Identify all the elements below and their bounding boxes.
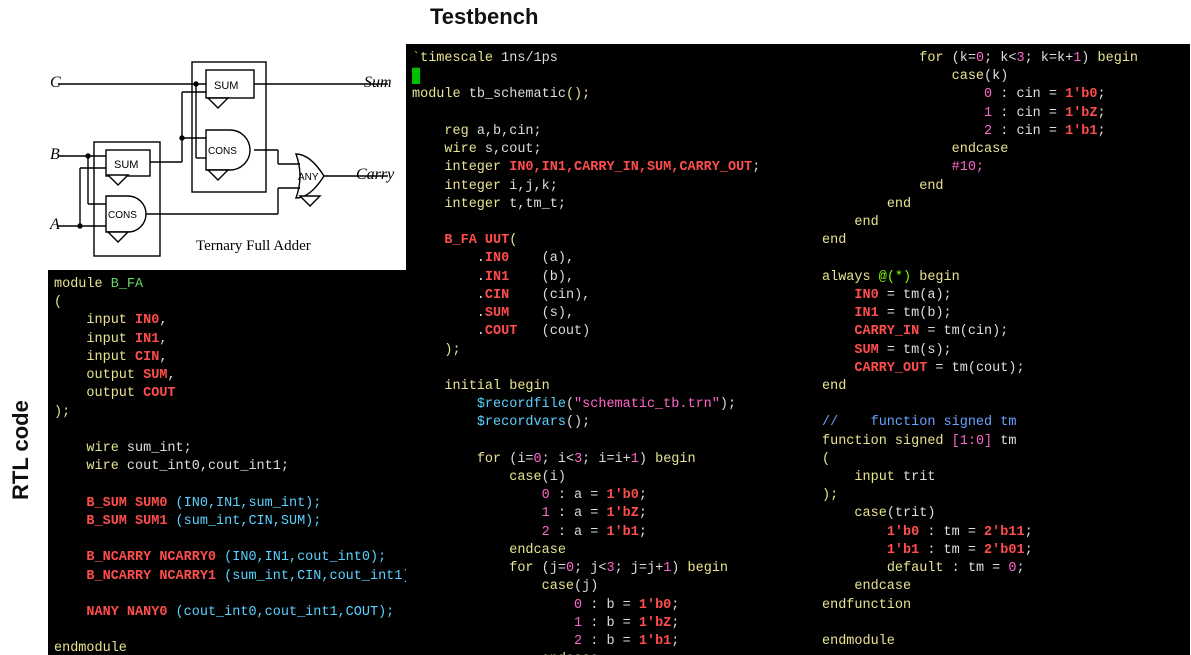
diagram-caption: Ternary Full Adder: [196, 238, 311, 255]
svg-text:CONS: CONS: [208, 146, 237, 157]
schematic-diagram: SUM CONS SUM CONS ANY C B A Sum Carry: [48, 38, 398, 270]
label-c: C: [50, 74, 61, 92]
rtl-code-block: module B_FA ( input IN0, input IN1, inpu…: [48, 270, 413, 655]
label-sum: Sum: [364, 74, 392, 92]
svg-text:CONS: CONS: [108, 210, 137, 221]
label-carry: Carry: [356, 166, 394, 184]
svg-text:SUM: SUM: [214, 80, 238, 92]
testbench-code-right: for (k=0; k<3; k=k+1) begin case(k) 0 : …: [816, 44, 1190, 655]
svg-text:ANY: ANY: [298, 172, 319, 183]
label-a: A: [50, 216, 60, 234]
label-b: B: [50, 146, 60, 164]
rtl-heading: RTL code: [8, 400, 34, 500]
svg-text:SUM: SUM: [114, 159, 138, 171]
testbench-heading: Testbench: [430, 4, 538, 30]
testbench-code-left: `timescale 1ns/1ps █ module tb_schematic…: [406, 44, 828, 655]
